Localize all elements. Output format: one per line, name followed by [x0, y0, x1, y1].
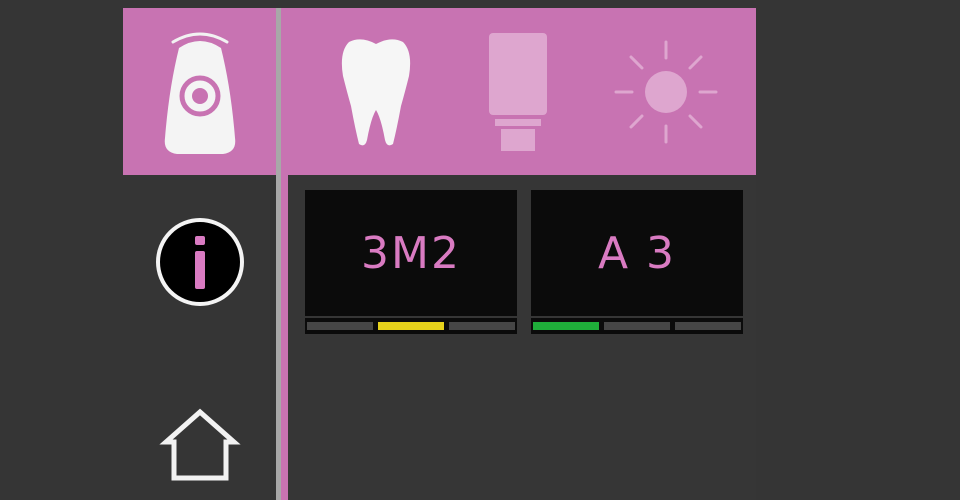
- tooth-icon: [341, 38, 411, 145]
- shade-display: A 3: [531, 190, 743, 316]
- shade-card[interactable]: A 3: [531, 190, 743, 334]
- shade-panel: 3M2 A 3: [288, 175, 756, 500]
- home-icon: [158, 408, 241, 481]
- info-button[interactable]: [123, 210, 276, 314]
- shade-label: A 3: [597, 227, 677, 279]
- curing-light-device-icon: [164, 32, 236, 154]
- indicator-segment: [604, 322, 670, 330]
- tab-light-guide[interactable]: [453, 8, 583, 175]
- home-button[interactable]: [123, 396, 276, 492]
- header-bar: [281, 8, 756, 175]
- indicator-segment: [307, 322, 373, 330]
- sun-icon: [614, 40, 718, 143]
- light-guide-icon: [489, 32, 547, 151]
- indicator-segment: [449, 322, 515, 330]
- shade-card[interactable]: 3M2: [305, 190, 517, 334]
- info-icon: [155, 218, 244, 306]
- tab-curing-light[interactable]: [601, 8, 731, 175]
- indicator-segment: [378, 322, 444, 330]
- indicator-segment: [675, 322, 741, 330]
- indicator-segment: [533, 322, 599, 330]
- shade-display: 3M2: [305, 190, 517, 316]
- shade-indicator: [305, 318, 517, 334]
- device-mode-button[interactable]: [123, 8, 276, 175]
- shade-label: 3M2: [361, 227, 461, 279]
- screen: 3M2 A 3: [0, 0, 960, 500]
- shade-indicator: [531, 318, 743, 334]
- tab-tooth[interactable]: [311, 8, 441, 175]
